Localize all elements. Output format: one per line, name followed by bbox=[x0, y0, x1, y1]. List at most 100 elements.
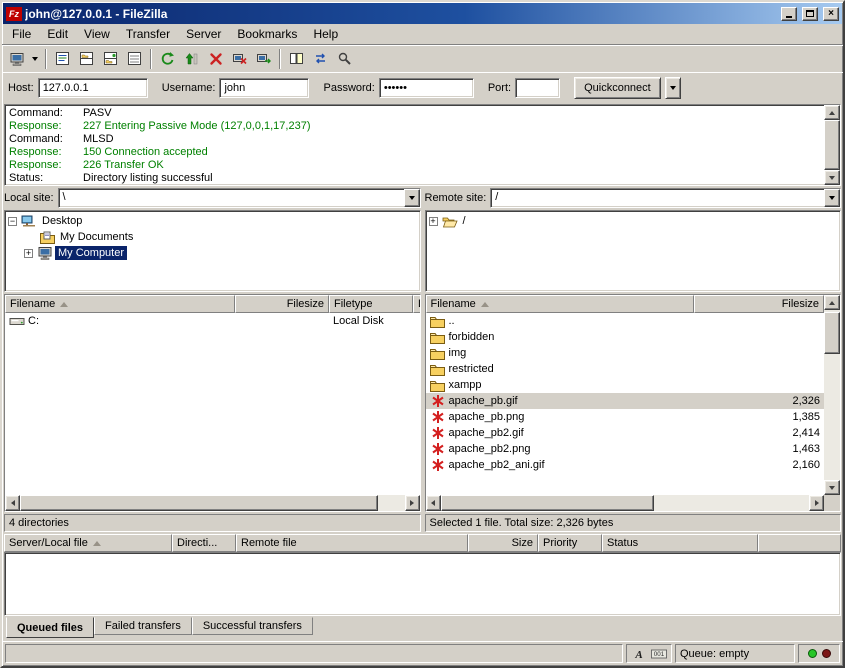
minimize-button[interactable] bbox=[781, 7, 797, 21]
remote-site-dropdown-button[interactable] bbox=[824, 189, 840, 207]
reconnect-button[interactable] bbox=[252, 48, 275, 70]
menu-help[interactable]: Help bbox=[305, 25, 346, 43]
tab-queued-files[interactable]: Queued files bbox=[6, 617, 94, 638]
remote-file-row[interactable]: .. bbox=[426, 313, 825, 329]
scroll-up-button[interactable] bbox=[824, 295, 840, 310]
message-log-toggle-button[interactable] bbox=[51, 48, 74, 70]
file-name-cell: xampp bbox=[426, 377, 694, 393]
menu-transfer[interactable]: Transfer bbox=[118, 25, 178, 43]
log-lines: Command:PASVResponse:227 Entering Passiv… bbox=[5, 105, 824, 185]
column-header-l[interactable]: L bbox=[413, 295, 420, 313]
quickconnect-dropdown-button[interactable] bbox=[665, 77, 681, 99]
scroll-right-button[interactable] bbox=[809, 495, 824, 511]
collapse-icon[interactable]: − bbox=[8, 217, 17, 226]
local-hscrollbar[interactable] bbox=[5, 495, 420, 511]
scroll-track[interactable] bbox=[824, 120, 840, 170]
column-header-filetype[interactable]: Filetype bbox=[329, 295, 413, 313]
directory-compare-button[interactable] bbox=[285, 48, 308, 70]
local-tree-item[interactable]: +My Computer bbox=[6, 245, 419, 261]
local-tree-item[interactable]: My Documents bbox=[6, 229, 419, 245]
menu-edit[interactable]: Edit bbox=[39, 25, 76, 43]
scroll-track[interactable] bbox=[20, 495, 405, 511]
scroll-track[interactable] bbox=[824, 310, 840, 480]
password-input[interactable] bbox=[379, 78, 474, 98]
column-header-size[interactable]: Size bbox=[468, 534, 538, 552]
maximize-button[interactable] bbox=[802, 7, 818, 21]
remote-tree-toggle-button[interactable] bbox=[99, 48, 122, 70]
column-header-priority[interactable]: Priority bbox=[538, 534, 602, 552]
process-queue-button[interactable] bbox=[180, 48, 203, 70]
refresh-button[interactable] bbox=[156, 48, 179, 70]
synchronized-browsing-button[interactable] bbox=[309, 48, 332, 70]
menu-bookmarks[interactable]: Bookmarks bbox=[229, 25, 305, 43]
local-file-row[interactable]: C:Local Disk bbox=[5, 313, 420, 329]
tab-successful-transfers[interactable]: Successful transfers bbox=[192, 617, 313, 635]
column-header-filesize[interactable]: Filesize bbox=[694, 295, 825, 313]
scroll-up-button[interactable] bbox=[824, 105, 840, 120]
scroll-left-button[interactable] bbox=[5, 495, 20, 511]
remote-file-row[interactable]: xampp bbox=[426, 377, 825, 393]
scroll-thumb[interactable] bbox=[824, 312, 840, 354]
scroll-thumb[interactable] bbox=[441, 495, 655, 511]
scroll-down-button[interactable] bbox=[824, 170, 840, 185]
remote-file-row[interactable]: apache_pb2.png1,463 bbox=[426, 441, 825, 457]
remote-hscrollbar[interactable] bbox=[426, 495, 825, 511]
tab-failed-transfers[interactable]: Failed transfers bbox=[94, 617, 192, 635]
queue-body[interactable] bbox=[4, 552, 841, 616]
remote-file-row[interactable]: restricted bbox=[426, 361, 825, 377]
remote-file-row[interactable]: forbidden bbox=[426, 329, 825, 345]
password-label: Password: bbox=[323, 82, 374, 94]
remote-file-row[interactable]: apache_pb2_ani.gif2,160 bbox=[426, 457, 825, 473]
remote-file-row[interactable]: apache_pb.gif2,326 bbox=[426, 393, 825, 409]
local-tree-item[interactable]: −Desktop bbox=[6, 213, 419, 229]
local-tree: −DesktopMy Documents+My Computer bbox=[4, 210, 421, 292]
close-button[interactable]: × bbox=[823, 7, 839, 21]
file-name: forbidden bbox=[449, 331, 495, 343]
username-input[interactable] bbox=[219, 78, 309, 98]
local-file-list: FilenameFilesize Filetype L C:Local Disk bbox=[4, 294, 421, 512]
quickconnect-button[interactable]: Quickconnect bbox=[574, 77, 661, 99]
expand-icon[interactable]: + bbox=[24, 249, 33, 258]
menu-server[interactable]: Server bbox=[178, 25, 229, 43]
column-header-filename[interactable]: Filename bbox=[5, 295, 235, 313]
site-manager-button[interactable] bbox=[5, 48, 28, 70]
remote-vscrollbar[interactable] bbox=[824, 295, 840, 511]
quickconnect-bar: Host: Username: Password: Port: Quickcon… bbox=[2, 72, 843, 102]
column-header-directi[interactable]: Directi... bbox=[172, 534, 236, 552]
local-tree-toggle-button[interactable] bbox=[75, 48, 98, 70]
port-input[interactable] bbox=[515, 78, 560, 98]
transfer-queue-toggle-button[interactable] bbox=[123, 48, 146, 70]
column-header-filesize[interactable]: Filesize bbox=[235, 295, 329, 313]
title-bar[interactable]: Fz john@127.0.0.1 - FileZilla × bbox=[3, 3, 842, 24]
log-line-text: Directory listing successful bbox=[83, 172, 213, 185]
column-header-label: Filetype bbox=[334, 298, 373, 310]
expand-icon[interactable]: + bbox=[429, 217, 438, 226]
host-input[interactable] bbox=[38, 78, 148, 98]
scroll-right-button[interactable] bbox=[405, 495, 420, 511]
local-site-value[interactable]: \ bbox=[59, 189, 404, 207]
remote-file-row[interactable]: apache_pb.png1,385 bbox=[426, 409, 825, 425]
site-manager-dropdown-button[interactable] bbox=[29, 48, 41, 70]
remote-site-value[interactable]: / bbox=[491, 189, 824, 207]
remote-file-row[interactable]: img bbox=[426, 345, 825, 361]
column-header-serverlocalfile[interactable]: Server/Local file bbox=[4, 534, 172, 552]
scroll-down-button[interactable] bbox=[824, 480, 840, 495]
disconnect-button[interactable] bbox=[228, 48, 251, 70]
find-files-button[interactable] bbox=[333, 48, 356, 70]
file-size-cell: 2,326 bbox=[694, 393, 825, 409]
remote-file-row[interactable]: apache_pb2.gif2,414 bbox=[426, 425, 825, 441]
menu-file[interactable]: File bbox=[4, 25, 39, 43]
menu-view[interactable]: View bbox=[76, 25, 118, 43]
scroll-left-button[interactable] bbox=[426, 495, 441, 511]
scroll-track[interactable] bbox=[441, 495, 810, 511]
local-site-dropdown-button[interactable] bbox=[404, 189, 420, 207]
column-header-status[interactable]: Status bbox=[602, 534, 758, 552]
scroll-thumb[interactable] bbox=[824, 120, 840, 170]
log-vscrollbar[interactable] bbox=[824, 105, 840, 185]
column-header-filename[interactable]: Filename bbox=[426, 295, 694, 313]
cancel-button[interactable] bbox=[204, 48, 227, 70]
scroll-thumb[interactable] bbox=[20, 495, 378, 511]
remote-tree-item[interactable]: +/ bbox=[427, 213, 840, 229]
column-header-remotefile[interactable]: Remote file bbox=[236, 534, 468, 552]
statusbar-icons: A001 bbox=[626, 644, 672, 663]
